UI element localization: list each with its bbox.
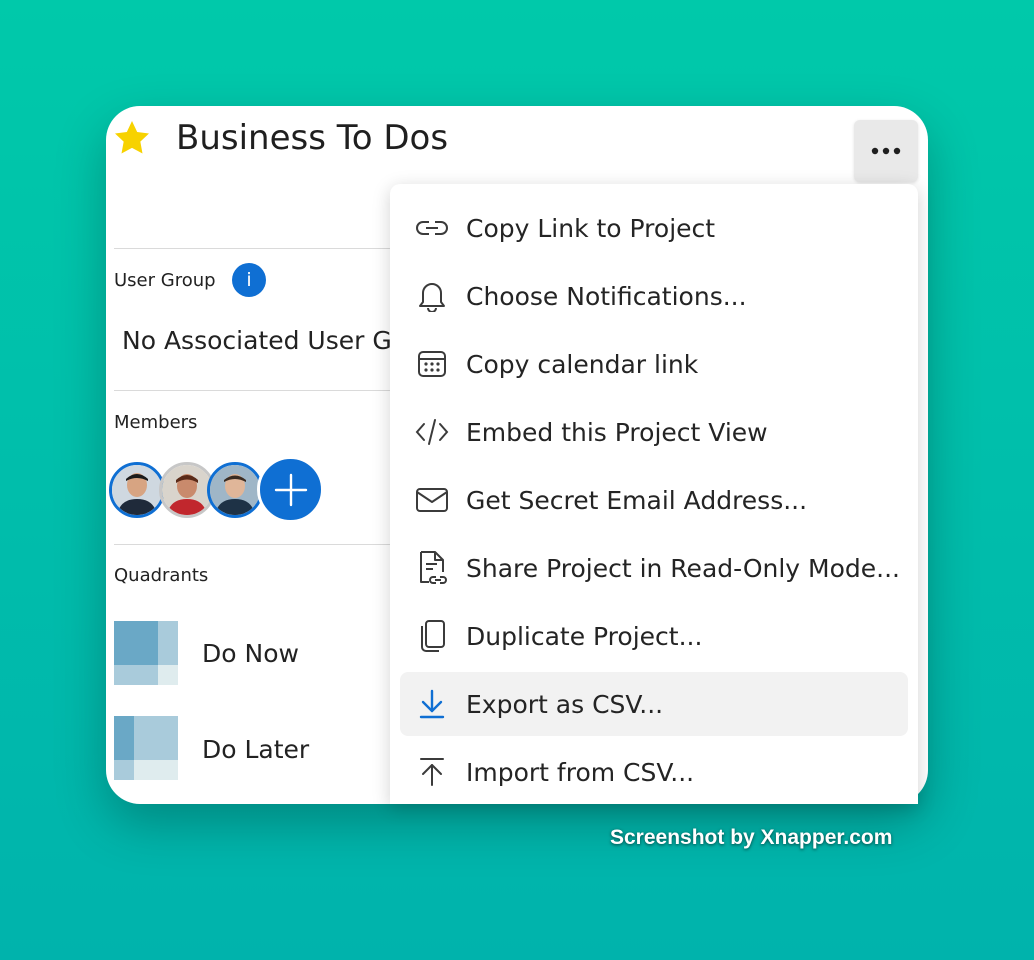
menu-item-share-read-only[interactable]: Share Project in Read-Only Mode... [400,536,908,600]
more-options-button[interactable] [854,120,918,182]
user-group-label: User Group [114,270,216,291]
quadrant-label[interactable]: Do Now [202,639,299,668]
members-label: Members [114,412,198,433]
share-document-icon [412,548,452,588]
menu-item-import-csv[interactable]: Import from CSV... [400,740,908,804]
code-icon [412,412,452,452]
bell-icon [412,276,452,316]
add-member-button[interactable] [257,456,324,523]
watermark-text: Screenshot by Xnapper.com [610,826,893,849]
person-icon [162,465,212,515]
quadrant-do-now-icon [114,621,178,685]
menu-item-export-csv[interactable]: Export as CSV... [400,672,908,736]
plus-icon [274,473,307,506]
quadrant-do-later-icon [114,716,178,780]
person-icon [112,465,162,515]
menu-item-label: Embed this Project View [466,417,768,447]
menu-item-copy-link[interactable]: Copy Link to Project [400,196,908,260]
menu-item-secret-email[interactable]: Get Secret Email Address... [400,468,908,532]
project-options-menu: Copy Link to Project Choose Notification… [390,184,918,804]
divider [114,248,404,249]
menu-item-label: Duplicate Project... [466,621,703,651]
info-icon[interactable]: i [232,263,266,297]
menu-item-label: Export as CSV... [466,689,664,719]
menu-item-label: Import from CSV... [466,757,695,787]
calendar-icon [412,344,452,384]
menu-item-label: Copy calendar link [466,349,699,379]
project-title: Business To Dos [176,118,449,158]
divider [114,544,404,545]
download-icon [412,684,452,724]
ellipsis-icon [871,147,901,155]
member-avatar[interactable] [109,462,165,518]
user-group-value: No Associated User G [122,326,392,355]
menu-item-embed[interactable]: Embed this Project View [400,400,908,464]
mail-icon [412,480,452,520]
link-icon [412,208,452,248]
menu-item-notifications[interactable]: Choose Notifications... [400,264,908,328]
menu-item-label: Get Secret Email Address... [466,485,808,515]
person-icon [210,465,260,515]
menu-item-label: Share Project in Read-Only Mode... [466,553,901,583]
quadrants-label: Quadrants [114,565,209,586]
menu-item-duplicate[interactable]: Duplicate Project... [400,604,908,668]
menu-item-label: Copy Link to Project [466,213,716,243]
menu-item-calendar-link[interactable]: Copy calendar link [400,332,908,396]
favorite-star-icon[interactable] [112,118,152,158]
menu-item-label: Choose Notifications... [466,281,747,311]
member-avatar[interactable] [207,462,263,518]
divider [114,390,404,391]
quadrant-label[interactable]: Do Later [202,735,309,764]
upload-icon [412,752,452,792]
duplicate-icon [412,616,452,656]
